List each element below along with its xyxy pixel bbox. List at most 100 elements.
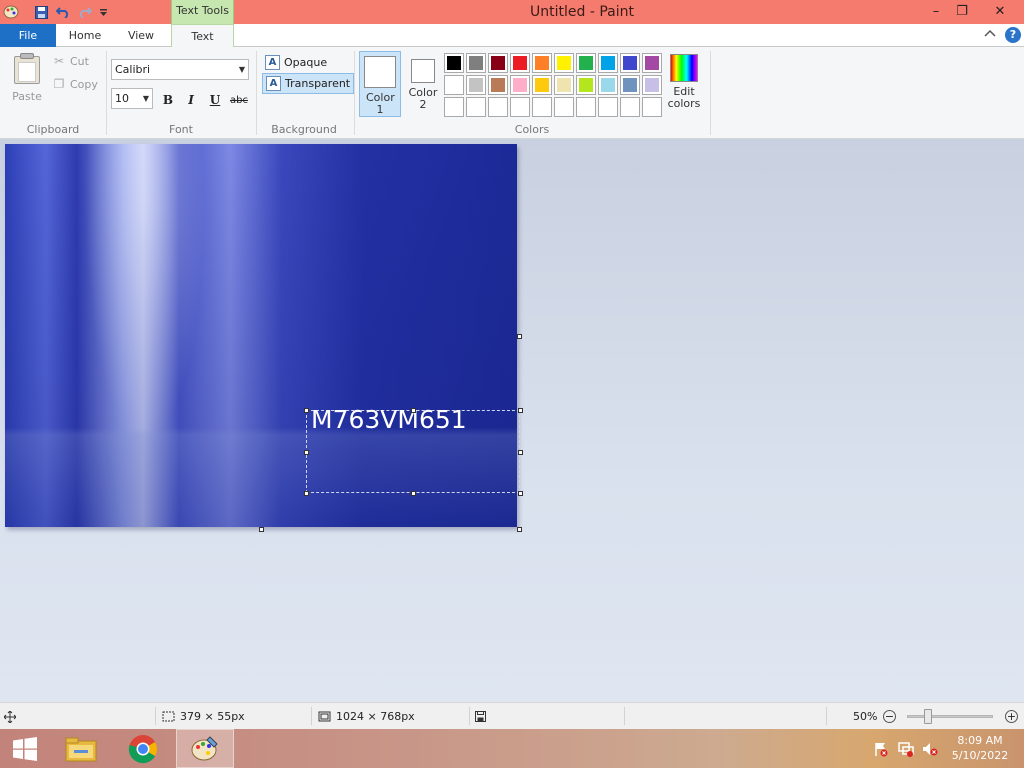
save-icon[interactable]	[32, 3, 50, 21]
taskbar-chrome[interactable]	[114, 729, 172, 768]
help-icon[interactable]: ?	[1005, 27, 1021, 43]
strikethrough-button[interactable]: abc	[228, 90, 250, 110]
volume-muted-icon[interactable]	[922, 741, 938, 757]
palette-swatch[interactable]	[488, 75, 508, 95]
text-box-handle[interactable]	[411, 408, 416, 413]
font-family-select[interactable]: Calibri ▼	[111, 59, 249, 80]
zoom-in-button[interactable]: +	[1005, 710, 1018, 723]
scissors-icon: ✂	[53, 54, 65, 68]
palette-swatch[interactable]	[466, 75, 486, 95]
text-box-handle[interactable]	[304, 408, 309, 413]
tab-file[interactable]: File	[0, 24, 56, 47]
text-box-handle[interactable]	[411, 491, 416, 496]
palette-swatch[interactable]	[620, 53, 640, 73]
palette-swatch[interactable]	[532, 97, 552, 117]
opaque-icon: A	[265, 55, 280, 70]
text-box-handle[interactable]	[518, 450, 523, 455]
canvas-text[interactable]: M763VM651	[311, 405, 467, 434]
ribbon: Paste ✂ Cut ❐ Copy Clipboard Calibri ▼ 1…	[0, 47, 1024, 139]
paint-app-icon[interactable]	[2, 3, 20, 21]
palette-swatch[interactable]	[642, 53, 662, 73]
color2-button[interactable]: Color 2	[402, 51, 444, 117]
opaque-option[interactable]: A Opaque	[262, 52, 330, 73]
action-center-flag-icon[interactable]	[873, 741, 889, 757]
zoom-slider-track[interactable]	[907, 715, 993, 718]
palette-swatch[interactable]	[576, 53, 596, 73]
palette-swatch[interactable]	[444, 97, 464, 117]
text-box[interactable]: M763VM651	[306, 405, 520, 493]
palette-swatch[interactable]	[620, 75, 640, 95]
font-size-select[interactable]: 10 ▼	[111, 88, 153, 109]
taskbar-clock[interactable]: 8:09 AM 5/10/2022	[946, 733, 1014, 763]
tab-view[interactable]: View	[114, 24, 168, 47]
palette-swatch[interactable]	[488, 53, 508, 73]
paint-palette-icon	[191, 735, 218, 760]
tab-text[interactable]: Text	[171, 24, 234, 48]
bold-button[interactable]: B	[158, 90, 178, 110]
text-tools-context-tab: Text Tools	[171, 0, 234, 24]
redo-icon[interactable]	[76, 3, 94, 21]
palette-swatch[interactable]	[466, 97, 486, 117]
undo-icon[interactable]	[54, 3, 72, 21]
palette-swatch[interactable]	[554, 97, 574, 117]
palette-swatch[interactable]	[532, 53, 552, 73]
close-button[interactable]: ✕	[984, 0, 1016, 22]
palette-swatch[interactable]	[576, 75, 596, 95]
canvas-resize-handle[interactable]	[517, 334, 522, 339]
minimize-ribbon-icon[interactable]	[984, 29, 998, 41]
chevron-down-icon: ▼	[238, 65, 245, 74]
clock-date: 5/10/2022	[951, 749, 1009, 762]
transparent-icon: A	[266, 76, 281, 91]
palette-swatch[interactable]	[510, 75, 530, 95]
tab-home[interactable]: Home	[58, 24, 112, 47]
palette-swatch[interactable]	[620, 97, 640, 117]
text-box-handle[interactable]	[518, 491, 523, 496]
clock-time: 8:09 AM	[957, 734, 1003, 747]
taskbar-file-explorer[interactable]	[52, 729, 110, 768]
text-box-handle[interactable]	[304, 450, 309, 455]
background-group-label: Background	[271, 123, 337, 136]
text-box-handle[interactable]	[518, 408, 523, 413]
canvas-resize-handle[interactable]	[517, 527, 522, 532]
color1-button[interactable]: Color 1	[359, 51, 401, 117]
paste-button[interactable]: Paste	[8, 53, 46, 105]
restore-button[interactable]: ❐	[946, 0, 978, 22]
title-bar: Text Tools Untitled - Paint – ❐ ✕	[0, 0, 1024, 24]
palette-swatch[interactable]	[598, 75, 618, 95]
underline-button[interactable]: U	[205, 90, 225, 110]
palette-swatch[interactable]	[576, 97, 596, 117]
start-button[interactable]	[0, 729, 50, 768]
palette-swatch[interactable]	[444, 75, 464, 95]
palette-swatch[interactable]	[488, 97, 508, 117]
palette-swatch[interactable]	[642, 97, 662, 117]
palette-swatch[interactable]	[510, 97, 530, 117]
zoom-slider-thumb[interactable]	[924, 709, 932, 724]
copy-button[interactable]: ❐ Copy	[52, 75, 98, 93]
canvas-workspace[interactable]: M763VM651	[0, 139, 1024, 702]
palette-swatch[interactable]	[642, 75, 662, 95]
font-group-label: Font	[169, 123, 193, 136]
color2-swatch	[411, 59, 435, 83]
taskbar-paint[interactable]	[176, 729, 234, 768]
italic-button[interactable]: I	[181, 90, 201, 110]
transparent-option[interactable]: A Transparent	[262, 73, 355, 94]
cut-button[interactable]: ✂ Cut	[52, 52, 89, 70]
network-icon[interactable]	[898, 741, 914, 757]
customize-quick-access-icon[interactable]	[96, 3, 110, 21]
palette-swatch[interactable]	[466, 53, 486, 73]
selection-size: 379 × 55px	[162, 703, 245, 730]
palette-swatch[interactable]	[554, 53, 574, 73]
palette-swatch[interactable]	[444, 53, 464, 73]
edit-colors-button[interactable]: Edit colors	[666, 53, 702, 110]
palette-swatch[interactable]	[532, 75, 552, 95]
paste-label: Paste	[12, 90, 42, 103]
palette-swatch[interactable]	[510, 53, 530, 73]
copy-icon: ❐	[53, 77, 65, 91]
canvas-resize-handle[interactable]	[259, 527, 264, 532]
clipboard-group-label: Clipboard	[26, 123, 80, 136]
palette-swatch[interactable]	[554, 75, 574, 95]
palette-swatch[interactable]	[598, 97, 618, 117]
palette-swatch[interactable]	[598, 53, 618, 73]
text-box-handle[interactable]	[304, 491, 309, 496]
zoom-out-button[interactable]: −	[883, 710, 896, 723]
